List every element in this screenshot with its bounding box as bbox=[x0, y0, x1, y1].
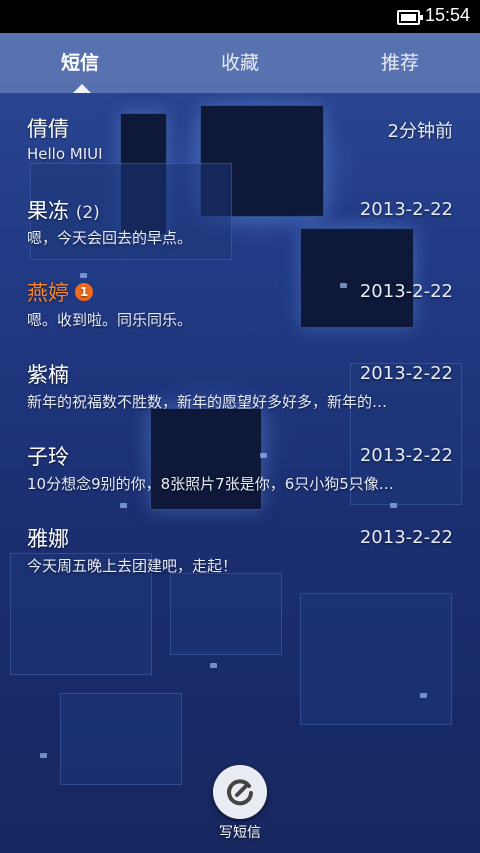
tab-favorites[interactable]: 收藏 bbox=[160, 33, 320, 93]
contact-name: 子玲 bbox=[27, 445, 69, 469]
unread-badge: 1 bbox=[75, 283, 93, 301]
conversation-item[interactable]: 紫楠 2013-2-22 新年的祝福数不胜数，新年的愿望好多好多，新年的… bbox=[0, 339, 480, 421]
contact-name: 紫楠 bbox=[27, 363, 69, 387]
message-count: (2) bbox=[75, 203, 100, 223]
compose-message-button[interactable] bbox=[213, 765, 267, 819]
contact-name: 果冻 (2) bbox=[27, 199, 100, 223]
message-time: 2分钟前 bbox=[387, 121, 453, 142]
message-preview: Hello MIUI bbox=[27, 145, 103, 163]
tab-recommended[interactable]: 推荐 bbox=[320, 33, 480, 93]
message-preview: 嗯，今天会回去的早点。 bbox=[27, 229, 193, 247]
conversation-item[interactable]: 倩倩 2分钟前 Hello MIUI bbox=[0, 93, 480, 175]
contact-name: 倩倩 bbox=[27, 117, 69, 141]
message-preview: 嗯。收到啦。同乐同乐。 bbox=[27, 311, 193, 329]
conversation-item[interactable]: 果冻 (2) 2013-2-22 嗯，今天会回去的早点。 bbox=[0, 175, 480, 257]
compose-message-icon bbox=[227, 779, 253, 806]
compose-label: 写短信 bbox=[219, 825, 261, 841]
message-preview: 10分想念9别的你，8张照片7张是你，6只小狗5只像… bbox=[27, 475, 394, 493]
tab-bar: 短信 收藏 推荐 bbox=[0, 33, 480, 93]
message-time: 2013-2-22 bbox=[359, 363, 453, 384]
contact-name: 雅娜 bbox=[27, 527, 69, 551]
status-clock: 15:54 bbox=[425, 5, 471, 25]
status-bar: 15:54 bbox=[0, 0, 480, 33]
conversation-item[interactable]: 雅娜 2013-2-22 今天周五晚上去团建吧，走起！ bbox=[0, 503, 480, 585]
contact-name: 燕婷 1 bbox=[27, 277, 93, 307]
active-tab-indicator bbox=[73, 84, 91, 93]
message-time: 2013-2-22 bbox=[359, 445, 453, 466]
message-time: 2013-2-22 bbox=[359, 281, 453, 302]
message-preview: 今天周五晚上去团建吧，走起！ bbox=[27, 557, 238, 575]
battery-full-icon bbox=[397, 10, 423, 25]
message-time: 2013-2-22 bbox=[359, 199, 453, 220]
message-time: 2013-2-22 bbox=[359, 527, 453, 548]
conversation-item[interactable]: 子玲 2013-2-22 10分想念9别的你，8张照片7张是你，6只小狗5只像… bbox=[0, 421, 480, 503]
conversation-item[interactable]: 燕婷 1 2013-2-22 嗯。收到啦。同乐同乐。 bbox=[0, 257, 480, 339]
message-preview: 新年的祝福数不胜数，新年的愿望好多好多，新年的… bbox=[27, 393, 388, 411]
